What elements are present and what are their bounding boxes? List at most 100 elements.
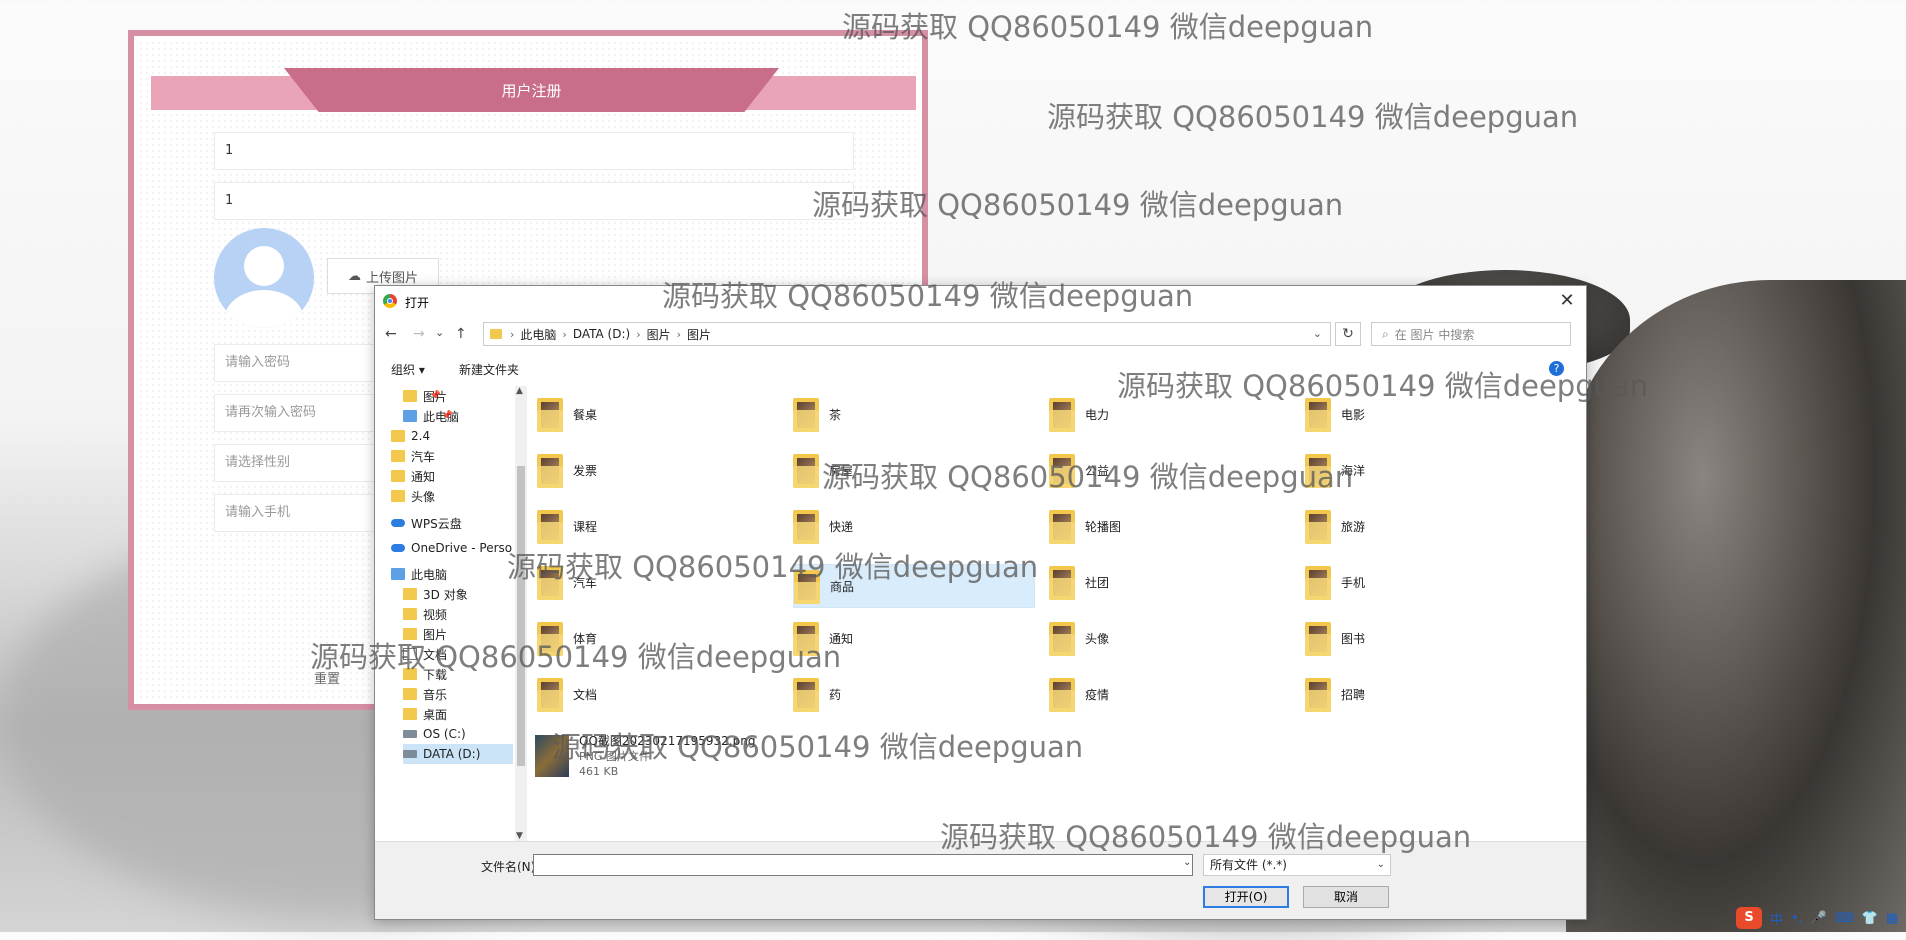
folder-item[interactable]: 茶 [793, 396, 841, 432]
sidebar-item[interactable]: 此电脑 [391, 564, 447, 584]
sogou-ime-icon[interactable]: S [1736, 907, 1762, 929]
folder-item[interactable]: 头像 [1049, 620, 1109, 656]
folder-item[interactable]: 公益 [1049, 452, 1109, 488]
folder-item[interactable]: 药 [793, 676, 841, 712]
pin-icon[interactable]: 📌 [442, 411, 453, 421]
folder-item[interactable]: 快递 [793, 508, 853, 544]
scroll-up-icon[interactable]: ▲ [516, 386, 523, 396]
folder-icon [1049, 508, 1075, 544]
folder-label: 体育 [573, 631, 598, 646]
organize-button[interactable]: 组织 ▾ [391, 361, 425, 378]
open-button[interactable]: 打开(O) [1203, 886, 1289, 908]
sidebar-item[interactable]: 图片 [403, 624, 447, 644]
cancel-button[interactable]: 取消 [1303, 886, 1389, 908]
chevron-down-icon[interactable]: ⌄ [1183, 857, 1191, 868]
folder-label: 轮播图 [1085, 519, 1122, 534]
avatar [214, 228, 314, 328]
breadcrumb-separator: › [636, 327, 641, 341]
folder-item[interactable]: 电影 [1305, 396, 1365, 432]
sidebar-item[interactable]: 汽车 [391, 446, 435, 466]
folder-item[interactable]: 餐桌 [537, 396, 597, 432]
username-field[interactable]: 1 [214, 132, 854, 170]
help-icon[interactable]: ? [1549, 361, 1564, 376]
microphone-icon[interactable]: 🎤 [1811, 911, 1827, 926]
folder-item[interactable]: 海洋 [1305, 452, 1365, 488]
sidebar-item[interactable]: OneDrive - Perso [391, 538, 512, 558]
new-folder-button[interactable]: 新建文件夹 [459, 361, 519, 378]
punctuation-icon[interactable]: •, [1791, 911, 1803, 926]
folder-item[interactable]: 电力 [1049, 396, 1109, 432]
chevron-down-icon[interactable]: ⌄ [1313, 327, 1322, 340]
folder-item[interactable]: 图书 [1305, 620, 1365, 656]
keyboard-icon[interactable]: ⌨ [1835, 911, 1854, 926]
sidebar-item[interactable]: 下载 [403, 664, 447, 684]
folder-item[interactable]: 招聘 [1305, 676, 1365, 712]
filetype-select[interactable]: 所有文件 (*.*) ⌄ [1203, 854, 1391, 876]
sidebar-item[interactable]: DATA (D:) [403, 744, 513, 764]
folder-item[interactable]: 发票 [537, 452, 597, 488]
upload-label: 上传图片 [365, 270, 418, 286]
sidebar-item[interactable]: 音乐 [403, 684, 447, 704]
filetype-value: 所有文件 (*.*) [1210, 858, 1287, 872]
back-arrow-icon[interactable]: ← [385, 326, 397, 342]
folder-item[interactable]: 社团 [1049, 564, 1109, 600]
folder-item[interactable]: 通知 [793, 620, 853, 656]
folder-icon [793, 452, 819, 488]
sidebar-scrollbar[interactable]: ▲ ▼ [515, 386, 527, 841]
sidebar-item[interactable]: 头像 [391, 486, 435, 506]
folder-icon [1049, 396, 1075, 432]
recent-locations-icon[interactable]: ⌄ [435, 326, 444, 339]
breadcrumb-item[interactable]: 图片 [687, 326, 711, 343]
sidebar-item[interactable]: 图片 📌 [403, 386, 447, 406]
folder-item[interactable]: 文档 [537, 676, 597, 712]
folder-item[interactable]: 体育 [537, 620, 597, 656]
skin-icon[interactable]: 👕 [1862, 911, 1878, 926]
breadcrumb-item[interactable]: 图片 [647, 326, 671, 343]
up-arrow-icon[interactable]: ↑ [455, 326, 467, 342]
sidebar-item[interactable]: 通知 [391, 466, 435, 486]
filename-input[interactable] [533, 854, 1193, 876]
pin-icon[interactable]: 📌 [430, 391, 441, 401]
folder-item[interactable]: 商品 [793, 564, 1035, 608]
sidebar-item[interactable]: 桌面 [403, 704, 447, 724]
folder-item[interactable]: 手机 [1305, 564, 1365, 600]
sidebar-item[interactable]: 视频 [403, 604, 447, 624]
breadcrumb-separator: › [562, 327, 567, 341]
search-input[interactable]: ⌕ 在 图片 中搜索 [1371, 322, 1571, 346]
file-item[interactable]: QQ截图20230217195932.png PNG 图片文件 461 KB [535, 732, 755, 779]
breadcrumb-item[interactable]: DATA (D:) [573, 327, 630, 341]
sidebar-item[interactable]: 3D 对象 [403, 584, 468, 604]
folder-icon [793, 508, 819, 544]
dialog-toolbar: 组织 ▾ 新建文件夹 ? [375, 354, 1586, 382]
drive-icon [403, 750, 417, 758]
folder-label: 海洋 [1341, 463, 1366, 478]
sidebar-item[interactable]: 文档 [403, 644, 447, 664]
forward-arrow-icon[interactable]: → [413, 326, 425, 342]
sidebar-item[interactable]: WPS云盘 [391, 513, 462, 533]
reset-button[interactable]: 重置 [314, 668, 340, 687]
sidebar-item[interactable]: OS (C:) [403, 724, 466, 744]
sidebar-item[interactable]: 此电脑 📌 [403, 406, 459, 426]
language-indicator[interactable]: 中 [1770, 909, 1783, 928]
address-bar[interactable]: › 此电脑 › DATA (D:) › 图片 › 图片 ⌄ [483, 322, 1331, 346]
folder-item[interactable]: 疫情 [1049, 676, 1109, 712]
folder-icon [1049, 620, 1075, 656]
folder-icon [490, 329, 502, 339]
folder-item[interactable]: 汽车 [537, 564, 597, 600]
folder-icon [537, 452, 563, 488]
scrollbar-thumb[interactable] [517, 466, 525, 766]
folder-item[interactable]: 轮播图 [1049, 508, 1121, 544]
name-field[interactable]: 1 [214, 182, 854, 220]
folder-item[interactable]: 课程 [537, 508, 597, 544]
folder-label: 电力 [1085, 407, 1110, 422]
form-title: 用户注册 [284, 68, 779, 112]
close-icon[interactable]: ✕ [1556, 290, 1578, 312]
folder-item[interactable]: 房屋 [793, 452, 853, 488]
folder-item[interactable]: 旅游 [1305, 508, 1365, 544]
scroll-down-icon[interactable]: ▼ [516, 831, 523, 841]
breadcrumb-item[interactable]: 此电脑 [520, 326, 556, 343]
refresh-icon[interactable]: ↻ [1335, 322, 1361, 346]
sidebar-item[interactable]: 2.4 [391, 426, 430, 446]
toolbox-icon[interactable]: ▦ [1886, 911, 1898, 926]
dialog-footer: 文件名(N): ⌄ 所有文件 (*.*) ⌄ 打开(O) 取消 [375, 841, 1586, 919]
